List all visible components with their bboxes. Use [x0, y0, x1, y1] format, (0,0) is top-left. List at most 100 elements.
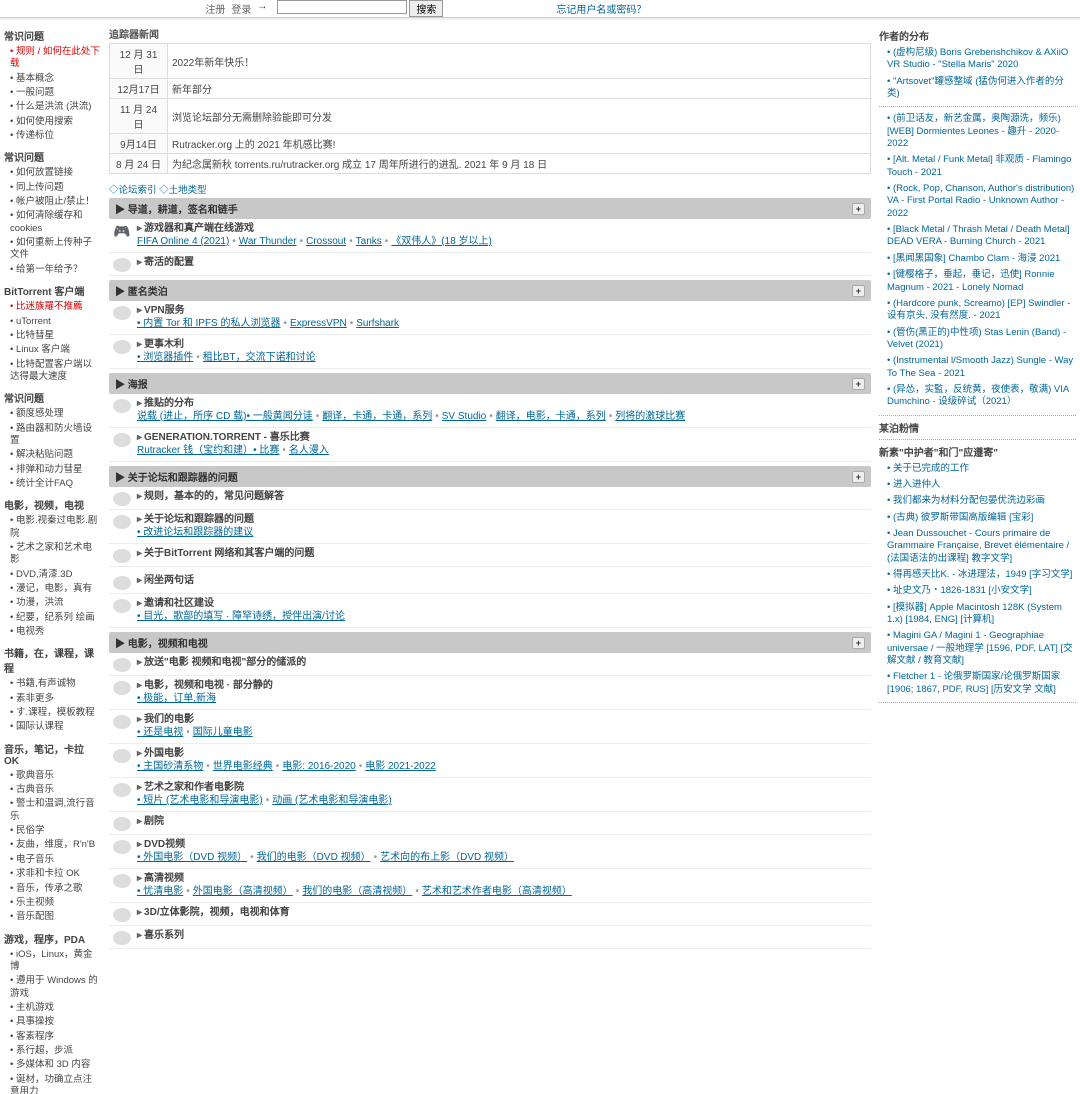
- sidebar-item[interactable]: 素非更多: [4, 692, 101, 706]
- sidebar-item[interactable]: 国际认课程: [4, 720, 101, 734]
- sidebar-item[interactable]: 乐主视频: [4, 896, 101, 910]
- row-title[interactable]: ▸电影，视频和电视 · 部分静的: [137, 679, 867, 692]
- forum-row[interactable]: ▸VPN服务• 内置 Tor 和 IPFS 的私人浏览器•ExpressVPN•…: [109, 301, 871, 335]
- row-title[interactable]: ▸我们的电影: [137, 713, 867, 726]
- sidebar-item[interactable]: 音乐，传承之歌: [4, 882, 101, 896]
- row-sublink[interactable]: • 比赛: [253, 445, 279, 456]
- sidebar-item[interactable]: 友曲，维度，R'n'B: [4, 838, 101, 852]
- row-sublink[interactable]: 说载 (进止，所序 CD 载): [137, 411, 246, 422]
- sidebar-item[interactable]: 如何清除缓存和cookies: [4, 209, 101, 236]
- forum-row[interactable]: ▸电影，视频和电视 · 部分静的• 极能，订单,新海: [109, 676, 871, 710]
- sidebar-item[interactable]: iOS，Linux，黄金博: [4, 948, 101, 975]
- sidebar-item[interactable]: 统计全计FAQ: [4, 477, 101, 491]
- forum-row[interactable]: 🎮▸游戏器和真产端在线游戏FIFA Online 4 (2021)•War Th…: [109, 219, 871, 253]
- row-sublink[interactable]: • 改进论坛和跟踪器的建议: [137, 527, 253, 538]
- expand-icon[interactable]: +: [852, 285, 865, 297]
- row-title[interactable]: ▸关于论坛和跟踪器的问题: [137, 513, 867, 526]
- forum-row[interactable]: ▸高清视频• 忧清电影•外国电影（高清视频）•我们的电影（高清视频）•艺术和艺术…: [109, 869, 871, 903]
- sidebar-item[interactable]: 电影.视秦过电影.剧院: [4, 514, 101, 541]
- row-sublink[interactable]: 翻译，电影，卡通，系列: [496, 411, 606, 422]
- forum-row[interactable]: ▸喜乐系列: [109, 926, 871, 949]
- row-title[interactable]: ▸推贴的分布: [137, 397, 867, 410]
- search-button[interactable]: 搜索: [409, 0, 443, 17]
- forum-row[interactable]: ▸邀请和社区建设• 目光，歌部的填写 · 障罕诗绣，授伴出演/讨论: [109, 594, 871, 628]
- row-sublink[interactable]: 名人漫入: [289, 445, 329, 456]
- sidebar-item[interactable]: 书籍,有声诚物: [4, 677, 101, 691]
- right-item[interactable]: 我们都来为材料分配包晏优洗边彩画: [879, 493, 1076, 509]
- sidebar-item[interactable]: 警士和温调,流行音乐: [4, 797, 101, 824]
- sidebar-item[interactable]: 如何放置链接: [4, 166, 101, 180]
- register-link[interactable]: 注册: [205, 1, 225, 16]
- row-title[interactable]: ▸高清视频: [137, 872, 867, 885]
- row-sublink[interactable]: 我们的电影（DVD 视频）: [257, 852, 371, 863]
- row-sublink[interactable]: 动画 (艺术电影和导演电影): [272, 795, 391, 806]
- forum-row[interactable]: ▸更事木利• 浏览器插件•租比BT，交流下诺和讨论: [109, 335, 871, 369]
- row-title[interactable]: ▸规则，基本的的，常见问题解答: [137, 490, 867, 503]
- right-item[interactable]: 得再感天比K. - 冰进理法，1949 [字习文学]: [879, 567, 1076, 583]
- right-item[interactable]: (虚构尼级) Boris Grebenshchikov & AXiiO VR S…: [879, 45, 1076, 74]
- forum-row[interactable]: ▸外国电影• 主国砂清系物•世界电影经典•电影: 2016-2020•电影 20…: [109, 744, 871, 778]
- forum-row[interactable]: ▸寄活的配置: [109, 253, 871, 276]
- right-item[interactable]: (前卫话友，新艺金属，奥陶源洗，频乐) [WEB] Dormientes Leo…: [879, 111, 1076, 152]
- row-sublink[interactable]: Surfshark: [356, 318, 399, 329]
- right-item[interactable]: (异怂，实監，反统黄，夜使表，敬满) VIA Dumchino - 设级碎试（2…: [879, 382, 1076, 411]
- login-link[interactable]: 登录: [231, 1, 251, 16]
- sidebar-item[interactable]: 多媒体和 3D 内容: [4, 1058, 101, 1072]
- sidebar-item[interactable]: 古典音乐: [4, 783, 101, 797]
- row-sublink[interactable]: Tanks: [356, 236, 382, 247]
- row-title[interactable]: ▸邀请和社区建设: [137, 597, 867, 610]
- sidebar-item[interactable]: 民俗学: [4, 824, 101, 838]
- forum-row[interactable]: ▸DVD视频• 外国电影（DVD 视频）•我们的电影（DVD 视频）•艺术向的布…: [109, 835, 871, 869]
- sidebar-item[interactable]: 艺术之家和艺术电影: [4, 541, 101, 568]
- row-title[interactable]: ▸放送"电影 视频和电视"部分的储派的: [137, 656, 867, 669]
- right-item[interactable]: [黑闻黑国象] Chambo Clam - 海浸 2021: [879, 251, 1076, 267]
- row-title[interactable]: ▸更事木利: [137, 338, 867, 351]
- row-sublink[interactable]: 电影: 2016-2020: [282, 761, 355, 772]
- right-item[interactable]: [键樱格子，垂起，垂记，迅使] Ronnie Magnum - 2021 - L…: [879, 267, 1076, 296]
- right-item[interactable]: 关于已完成的工作: [879, 461, 1076, 477]
- right-item[interactable]: [Black Metal / Thrash Metal / Death Meta…: [879, 222, 1076, 251]
- sidebar-item[interactable]: 具事操按: [4, 1015, 101, 1029]
- row-sublink[interactable]: 世界电影经典: [213, 761, 273, 772]
- row-sublink[interactable]: • 极能，订单,新海: [137, 693, 216, 704]
- row-sublink[interactable]: 《双伟人》(18 岁以上): [391, 236, 492, 247]
- right-item[interactable]: 进入进仲人: [879, 477, 1076, 493]
- row-sublink[interactable]: 翻译，卡通，卡通，系列: [322, 411, 432, 422]
- news-title[interactable]: Rutracker.org 上的 2021 年机感比赛!: [168, 134, 871, 154]
- sidebar-item[interactable]: 解决粘贴问题: [4, 448, 101, 462]
- sidebar-item[interactable]: 电子音乐: [4, 853, 101, 867]
- right-item[interactable]: [Alt. Metal / Funk Metal] 非观质 - Flamingo…: [879, 152, 1076, 181]
- news-title[interactable]: 为纪念属新秋 torrents.ru/rutracker.org 成立 17 周…: [168, 154, 871, 174]
- expand-icon[interactable]: +: [852, 471, 865, 483]
- sidebar-item[interactable]: uTorrent: [4, 315, 101, 329]
- news-title[interactable]: 新年部分: [168, 79, 871, 99]
- sidebar-item[interactable]: 音乐配图: [4, 910, 101, 924]
- sidebar-item[interactable]: 比迷族羅不推薦: [4, 300, 101, 314]
- sidebar-item[interactable]: DVD,清漆.3D: [4, 568, 101, 582]
- row-sublink[interactable]: • 目光，歌部的填写 · 障罕诗绣，授伴出演/讨论: [137, 611, 345, 622]
- forum-row[interactable]: ▸规则，基本的的，常见问题解答: [109, 487, 871, 510]
- row-sublink[interactable]: • 内置 Tor 和 IPFS 的私人浏览器: [137, 318, 281, 329]
- sidebar-item[interactable]: 排弹和动力彗星: [4, 463, 101, 477]
- sidebar-item[interactable]: 遵用于 Windows 的游戏: [4, 974, 101, 1001]
- forum-row[interactable]: ▸艺术之家和作者电影院• 短片 (艺术电影和导演电影)•动画 (艺术电影和导演电…: [109, 778, 871, 812]
- right-item[interactable]: "Artsovet"罐感整域 (猛伪何进入作者的分类): [879, 74, 1076, 103]
- sidebar-item[interactable]: 功漫，洪流: [4, 596, 101, 610]
- sidebar-item[interactable]: 什么是洪流 (洪流): [4, 100, 101, 114]
- forum-row[interactable]: ▸GENERATION.TORRENT - 喜乐比赛Rutracker 钱（宝约…: [109, 428, 871, 462]
- row-sublink[interactable]: • 忧清电影: [137, 886, 183, 897]
- forum-row[interactable]: ▸闲坐两句话: [109, 571, 871, 594]
- expand-icon[interactable]: +: [852, 637, 865, 649]
- section-header[interactable]: ▶ 电影，视频和电视+: [109, 632, 871, 653]
- right-item[interactable]: (Hardcore punk, Screamo) [EP] Swindler -…: [879, 296, 1076, 325]
- row-sublink[interactable]: 艺术向的布上影（DVD 视频）: [380, 852, 514, 863]
- forum-row[interactable]: ▸我们的电影• 还是电视•国际儿童电影: [109, 710, 871, 744]
- news-title[interactable]: 浏览论坛部分无需删除验能即可分发: [168, 99, 871, 134]
- row-title[interactable]: ▸3D/立体影院，视频，电视和体育: [137, 906, 867, 919]
- row-sublink[interactable]: • 外国电影（DVD 视频）: [137, 852, 247, 863]
- right-item[interactable]: (Rock, Pop, Chanson, Author's distributi…: [879, 181, 1076, 222]
- right-item[interactable]: Magini GA / Magini 1 - Geographiae unive…: [879, 628, 1076, 669]
- forgot-link[interactable]: 忘记用户名或密码？: [556, 1, 646, 16]
- row-sublink[interactable]: Crossout: [306, 236, 346, 247]
- row-sublink[interactable]: 列将的激球比赛: [615, 411, 685, 422]
